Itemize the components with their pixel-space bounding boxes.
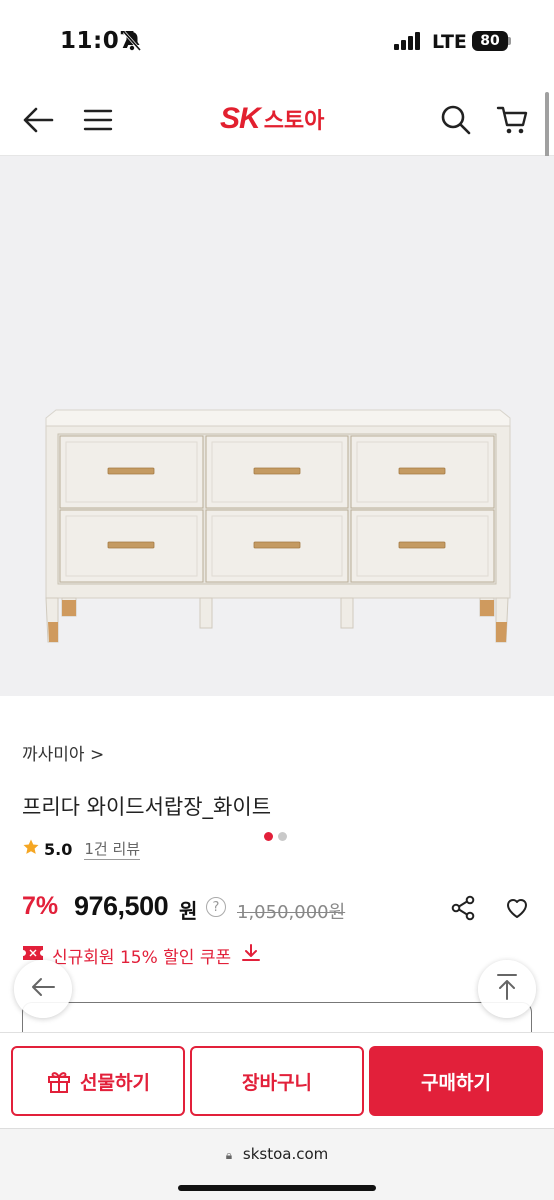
discount-rate: 7% <box>22 892 59 920</box>
original-price: 1,050,000원 <box>237 902 346 923</box>
network-type: LTE <box>432 31 467 53</box>
rating-row: 5.0 1건 리뷰 <box>22 838 141 860</box>
carousel-dot-1[interactable] <box>264 832 273 841</box>
currency: 원 <box>179 899 198 923</box>
product-image-carousel[interactable] <box>0 156 554 841</box>
gift-button[interactable]: 선물하기 <box>11 1046 185 1116</box>
price-row: 7% 976,500 원 ? 1,050,000원 <box>22 890 532 926</box>
wishlist-heart-icon[interactable] <box>504 895 530 925</box>
star-icon <box>22 838 40 860</box>
share-icon[interactable] <box>450 895 476 925</box>
coupon-text: 신규회원 15% 할인 쿠폰 <box>52 948 232 968</box>
gift-icon <box>46 1068 72 1094</box>
product-title: 프리다 와이드서랍장_화이트 <box>22 795 272 819</box>
carousel-dot-2[interactable] <box>278 832 287 841</box>
floating-back-button[interactable] <box>14 960 72 1018</box>
back-arrow-icon[interactable] <box>18 100 58 140</box>
sale-price: 976,500 <box>74 891 169 921</box>
rating-value: 5.0 <box>44 839 73 859</box>
home-indicator[interactable] <box>178 1185 376 1191</box>
bell-mute-icon <box>122 30 142 56</box>
status-bar: 11:07 LTE 80 <box>0 0 554 80</box>
url-bar[interactable]: 🔒︎ skstoa.com <box>0 1145 554 1163</box>
add-to-cart-button[interactable]: 장바구니 <box>190 1046 364 1116</box>
battery-nub <box>508 37 511 45</box>
arrow-up-icon <box>496 973 518 1005</box>
battery-icon: 80 <box>472 31 508 51</box>
signal-icon <box>394 32 422 54</box>
bottom-action-bar: 선물하기 장바구니 구매하기 <box>0 1032 554 1128</box>
dresser-image <box>45 409 511 643</box>
app-header: SK 스토아 <box>0 84 554 156</box>
search-icon[interactable] <box>436 100 476 140</box>
price-help-icon[interactable]: ? <box>206 897 226 917</box>
lock-icon: 🔒︎ <box>225 1148 233 1162</box>
review-count-link[interactable]: 1건 리뷰 <box>84 838 141 860</box>
menu-icon[interactable] <box>78 100 118 140</box>
download-icon <box>241 943 261 968</box>
buy-label: 구매하기 <box>421 1071 491 1094</box>
cart-icon[interactable] <box>492 100 532 140</box>
arrow-left-icon <box>30 976 56 1002</box>
sk-store-logo[interactable]: SK 스토아 <box>220 102 324 136</box>
brand-link[interactable]: 까사미아 > <box>22 740 104 765</box>
brand-name: 까사미아 <box>22 745 85 765</box>
buy-button[interactable]: 구매하기 <box>369 1046 543 1116</box>
gift-label: 선물하기 <box>80 1071 150 1094</box>
url-text: skstoa.com <box>242 1145 329 1163</box>
logo-sk: SK <box>220 102 261 135</box>
browser-bar: 🔒︎ skstoa.com <box>0 1128 554 1200</box>
scroll-top-button[interactable] <box>478 960 536 1018</box>
cart-label: 장바구니 <box>242 1071 312 1094</box>
logo-store: 스토아 <box>263 109 325 134</box>
carousel-dots <box>264 832 287 841</box>
chevron-right-icon: > <box>89 745 105 765</box>
